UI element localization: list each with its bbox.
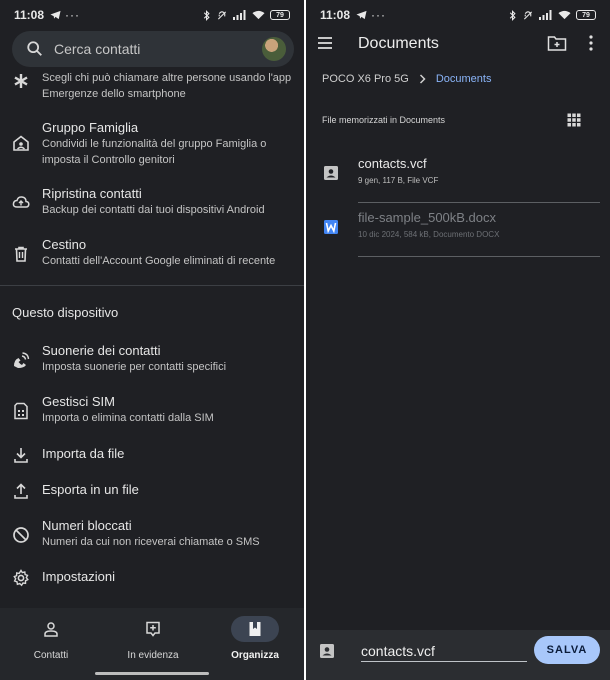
signal-icon xyxy=(233,10,246,20)
telegram-icon xyxy=(50,10,61,20)
person-icon xyxy=(44,622,58,637)
section-divider xyxy=(0,285,304,286)
export-to-file-title: Esporta in un file xyxy=(42,482,139,497)
contact-card-icon xyxy=(324,166,338,180)
upload-icon xyxy=(14,483,28,499)
family-group-description: Condividi le funzionalità del gruppo Fam… xyxy=(42,138,267,166)
nav-contacts[interactable]: Contatti xyxy=(1,616,101,661)
sim-card-icon xyxy=(14,402,28,420)
account-avatar[interactable] xyxy=(262,37,286,61)
download-icon xyxy=(14,448,28,463)
do-not-disturb-icon xyxy=(217,10,227,20)
status-time: 11:08 xyxy=(14,8,45,22)
family-group-title: Gruppo Famiglia xyxy=(42,120,139,135)
asterisk-icon xyxy=(14,74,28,88)
top-app-bar: Documents xyxy=(306,30,610,60)
ringtone-icon xyxy=(14,352,30,368)
section-title: Questo dispositivo xyxy=(12,305,119,320)
breadcrumb-device[interactable]: POCO X6 Pro 5G xyxy=(322,73,409,85)
nav-highlights-label: In evidenza xyxy=(127,650,179,661)
manage-sim-title: Gestisci SIM xyxy=(42,394,115,409)
contact-ringtones-description: Imposta suonerie per contatti specifici xyxy=(42,361,227,373)
grid-view-icon[interactable] xyxy=(567,113,581,127)
page-title: Documents xyxy=(358,35,439,52)
battery-icon: 79 xyxy=(576,10,596,20)
files-section-header: File memorizzati in Documents xyxy=(322,115,446,125)
nav-contacts-label: Contatti xyxy=(33,650,69,661)
breadcrumb-folder[interactable]: Documents xyxy=(436,73,492,85)
contact-ringtones-title: Suonerie dei contatti xyxy=(42,343,161,358)
import-from-file-title: Importa da file xyxy=(42,446,125,461)
hamburger-menu-icon[interactable] xyxy=(316,34,334,52)
search-contacts-bar[interactable]: Cerca contatti xyxy=(12,31,294,67)
battery-icon: 79 xyxy=(270,10,290,20)
new-folder-icon[interactable] xyxy=(547,34,567,52)
search-icon xyxy=(27,41,42,56)
gear-icon xyxy=(13,569,29,587)
blocked-numbers-description: Numeri da cui non riceverai chiamate o S… xyxy=(42,536,260,548)
nav-highlights[interactable]: In evidenza xyxy=(103,616,203,661)
wifi-icon xyxy=(252,10,265,20)
family-home-icon xyxy=(13,135,29,151)
nav-organize-label: Organizza xyxy=(231,650,279,661)
block-icon xyxy=(13,527,29,543)
word-document-icon xyxy=(324,220,338,234)
more-notifications-icon: ··· xyxy=(65,8,81,22)
file-name: file-sample_500kB.docx xyxy=(358,210,497,225)
highlights-icon xyxy=(146,621,160,637)
nav-organize[interactable]: Organizza xyxy=(205,616,304,661)
trash-description: Contatti dell'Account Google eliminati d… xyxy=(42,255,276,267)
bluetooth-icon xyxy=(203,9,210,21)
contact-card-icon xyxy=(320,644,334,658)
telegram-icon xyxy=(356,10,367,20)
signal-icon xyxy=(539,10,552,20)
trash-title: Cestino xyxy=(42,237,87,252)
do-not-disturb-icon xyxy=(523,10,533,20)
file-name: contacts.vcf xyxy=(358,156,427,171)
status-bar: 11:08 ··· 79 xyxy=(0,0,304,30)
cloud-restore-icon xyxy=(12,196,30,208)
blocked-numbers-title: Numeri bloccati xyxy=(42,518,132,533)
status-time: 11:08 xyxy=(320,8,351,22)
file-row-contacts[interactable]: contacts.vcf 9 gen, 117 B, File VCF xyxy=(306,152,610,208)
trash-icon xyxy=(15,246,27,262)
file-row-docx: file-sample_500kB.docx 10 dic 2024, 584 … xyxy=(306,206,610,262)
status-bar: 11:08 ··· 79 xyxy=(306,0,610,30)
file-meta: 9 gen, 117 B, File VCF xyxy=(358,176,439,185)
breadcrumb: POCO X6 Pro 5G Documents xyxy=(322,73,491,85)
filename-input[interactable] xyxy=(361,640,527,662)
gesture-bar xyxy=(95,672,209,675)
file-meta: 10 dic 2024, 584 kB, Documento DOCX xyxy=(358,230,500,239)
emergency-description: Scegli chi può chiamare altre persone us… xyxy=(42,72,292,100)
more-options-icon[interactable] xyxy=(586,34,596,52)
contacts-organize-panel: 11:08 ··· 79 Cerca contatti Scegli chi p… xyxy=(0,0,304,680)
settings-title: Impostazioni xyxy=(42,569,115,584)
wifi-icon xyxy=(558,10,571,20)
bottom-navigation: Contatti In evidenza Organizza xyxy=(0,608,304,680)
bookmark-icon xyxy=(249,622,261,636)
restore-contacts-description: Backup dei contatti dai tuoi dispositivi… xyxy=(42,204,265,216)
manage-sim-description: Importa o elimina contatti dalla SIM xyxy=(42,412,214,424)
chevron-right-icon xyxy=(419,74,426,84)
bluetooth-icon xyxy=(509,9,516,21)
save-bar: SALVA xyxy=(306,630,610,680)
restore-contacts-title: Ripristina contatti xyxy=(42,186,142,201)
search-input[interactable]: Cerca contatti xyxy=(54,41,262,57)
more-notifications-icon: ··· xyxy=(371,8,387,22)
save-button[interactable]: SALVA xyxy=(534,636,600,664)
save-file-panel: 11:08 ··· 79 Documents POCO X6 Pro 5G Do… xyxy=(306,0,610,680)
